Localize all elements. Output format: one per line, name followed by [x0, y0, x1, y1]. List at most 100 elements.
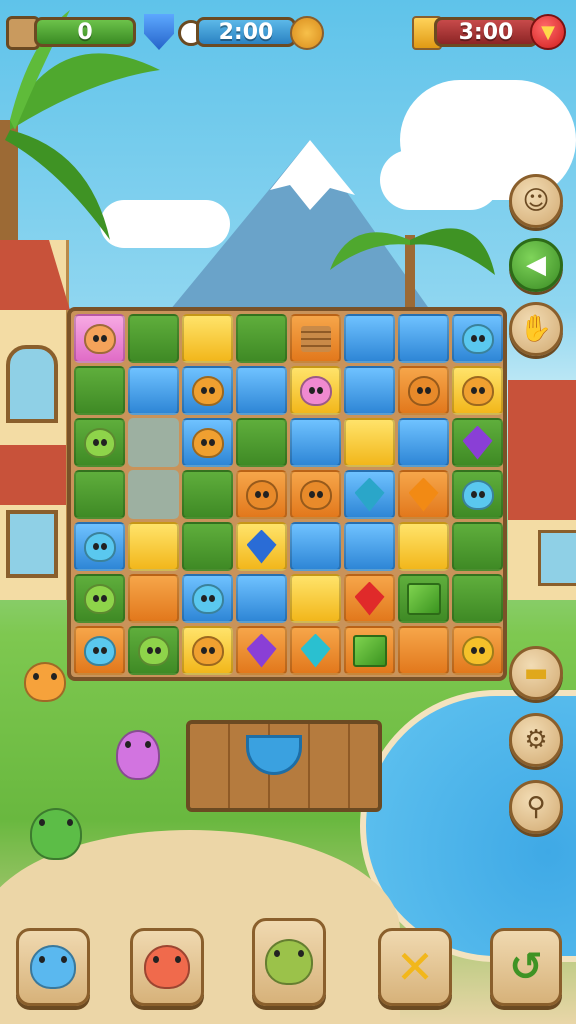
board-tile[interactable] — [74, 522, 125, 571]
undo-button[interactable]: ↺ — [490, 928, 562, 1006]
critter-piece — [83, 323, 116, 354]
board-tile[interactable] — [236, 626, 287, 675]
gem-piece — [354, 581, 385, 616]
board-tile[interactable] — [398, 522, 449, 571]
crate-piece — [300, 325, 331, 352]
board-tile[interactable] — [236, 470, 287, 519]
board-tile[interactable] — [344, 418, 395, 467]
critter-piece — [191, 635, 224, 666]
board-tile[interactable] — [128, 314, 179, 363]
board-tile[interactable] — [236, 522, 287, 571]
board-tile[interactable] — [182, 418, 233, 467]
board-tile[interactable] — [128, 366, 179, 415]
board-tile[interactable] — [398, 574, 449, 623]
board-tile[interactable] — [182, 470, 233, 519]
board-tile[interactable] — [290, 522, 341, 571]
critter-piece — [83, 531, 116, 562]
orange-critter — [24, 662, 66, 702]
critter-piece — [407, 375, 440, 406]
magnifier-icon: ⚲ — [526, 792, 546, 822]
board-tile[interactable] — [182, 366, 233, 415]
critter-piece — [83, 635, 116, 666]
blue-monster-icon — [30, 945, 76, 989]
board-tile[interactable] — [290, 366, 341, 415]
board-tile[interactable] — [344, 314, 395, 363]
board-tile[interactable] — [74, 574, 125, 623]
board-tile[interactable] — [452, 314, 503, 363]
board-tile[interactable] — [398, 626, 449, 675]
board-tile[interactable] — [452, 626, 503, 675]
critter-piece — [83, 583, 116, 614]
critter-piece — [191, 427, 224, 458]
roof — [508, 380, 576, 520]
board-tile[interactable] — [236, 574, 287, 623]
board-tile[interactable] — [182, 314, 233, 363]
board-tile[interactable] — [74, 626, 125, 675]
board-tile[interactable] — [128, 470, 179, 519]
critter-piece — [191, 375, 224, 406]
score-bar: 0 — [34, 17, 136, 47]
board-tile[interactable] — [182, 574, 233, 623]
board-tile[interactable] — [290, 626, 341, 675]
red-monster-button[interactable] — [130, 928, 204, 1006]
board-tile[interactable] — [452, 418, 503, 467]
board-tile[interactable] — [236, 418, 287, 467]
board-tile[interactable] — [344, 470, 395, 519]
magnifier-button[interactable]: ⚲ — [509, 780, 563, 834]
timer-value: 2:00 — [218, 19, 274, 45]
board-tile[interactable] — [344, 366, 395, 415]
board-tile[interactable] — [398, 366, 449, 415]
critter-piece — [461, 375, 494, 406]
green-monster-button[interactable] — [252, 918, 326, 1006]
gem-piece — [246, 529, 277, 564]
dropdown-icon[interactable]: ▼ — [530, 14, 566, 50]
gear-button[interactable]: ⚙ — [509, 713, 563, 767]
board-tile[interactable] — [74, 418, 125, 467]
green-critter — [30, 808, 82, 860]
board-tile[interactable] — [398, 418, 449, 467]
face-button[interactable]: ☺ — [509, 174, 563, 228]
board-tile[interactable] — [452, 574, 503, 623]
board-tile[interactable] — [344, 574, 395, 623]
board-tile[interactable] — [290, 418, 341, 467]
score-value: 0 — [77, 19, 93, 45]
cookie-icon — [290, 16, 324, 50]
board-tile[interactable] — [452, 470, 503, 519]
board-tile[interactable] — [74, 470, 125, 519]
board-tile[interactable] — [452, 522, 503, 571]
window — [6, 510, 58, 578]
board-tile[interactable] — [74, 366, 125, 415]
board-tile[interactable] — [128, 574, 179, 623]
critter-piece — [83, 427, 116, 458]
board-tile[interactable] — [398, 470, 449, 519]
house-right — [508, 380, 576, 600]
board-tile[interactable] — [182, 522, 233, 571]
gem-piece — [300, 633, 331, 668]
cross-button[interactable]: ✕ — [378, 928, 452, 1006]
board-tile[interactable] — [236, 366, 287, 415]
purple-critter — [116, 730, 160, 780]
board-tile[interactable] — [452, 366, 503, 415]
board-tile[interactable] — [290, 470, 341, 519]
critter-piece — [191, 583, 224, 614]
board-tile[interactable] — [398, 314, 449, 363]
hat-button[interactable]: ▬ — [509, 646, 563, 700]
board-tile[interactable] — [128, 522, 179, 571]
critter-piece — [299, 479, 332, 510]
board-tile[interactable] — [74, 314, 125, 363]
board-tile[interactable] — [290, 314, 341, 363]
window — [6, 345, 58, 423]
gear-icon: ⚙ — [524, 725, 548, 755]
board-tile[interactable] — [236, 314, 287, 363]
board-tile[interactable] — [290, 574, 341, 623]
gem-piece — [354, 477, 385, 512]
board-tile[interactable] — [128, 418, 179, 467]
sound-button[interactable]: ◀ — [509, 238, 563, 292]
board-tile[interactable] — [182, 626, 233, 675]
blue-monster-button[interactable] — [16, 928, 90, 1006]
hand-button[interactable]: ✋ — [509, 302, 563, 356]
board-tile[interactable] — [344, 522, 395, 571]
puzzle-board — [67, 307, 507, 681]
board-tile[interactable] — [344, 626, 395, 675]
board-tile[interactable] — [128, 626, 179, 675]
